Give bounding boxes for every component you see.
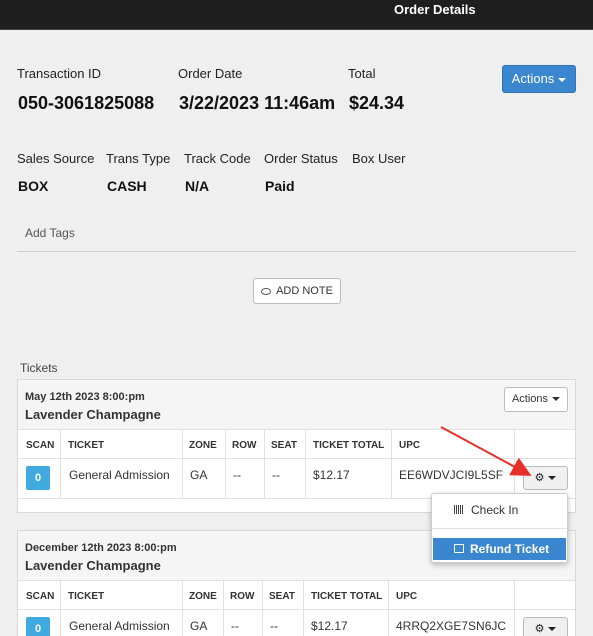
- add-tags-input[interactable]: Add Tags: [25, 226, 75, 240]
- ticket-options-button[interactable]: ⚙: [523, 617, 568, 636]
- caret-down-icon: [548, 476, 557, 481]
- total-value: $24.34: [349, 93, 405, 113]
- caret-down-icon: [558, 77, 567, 82]
- ticket-row: --: [233, 468, 241, 482]
- col-ticket: TICKET: [68, 440, 105, 451]
- col-seat: SEAT: [271, 440, 297, 451]
- col-zone: ZONE: [189, 440, 217, 451]
- col-row: ROW: [230, 591, 255, 602]
- menu-item-refund-ticket[interactable]: Refund Ticket: [433, 538, 566, 560]
- caret-down-icon: [548, 627, 557, 632]
- trans-type-label: Trans Type: [106, 151, 171, 166]
- col-ticket-total: TICKET TOTAL: [313, 440, 385, 451]
- scan-count-badge[interactable]: 0: [26, 466, 50, 490]
- col-upc: UPC: [399, 440, 421, 451]
- ticket-total: $12.17: [313, 468, 350, 482]
- event-date: December 12th 2023 8:00:pm: [25, 542, 177, 554]
- barcode-icon: [454, 505, 464, 514]
- add-note-label: ADD NOTE: [276, 285, 333, 297]
- sales-source-value: BOX: [18, 178, 49, 194]
- ticket-row: --: [231, 619, 239, 633]
- col-zone: ZONE: [189, 591, 217, 602]
- ticket-name: General Admission: [69, 619, 170, 633]
- total-label: Total: [348, 66, 376, 81]
- ticket-options-menu: Check In Refund Ticket: [431, 493, 568, 563]
- top-bar: Order Details: [0, 0, 593, 30]
- add-note-button[interactable]: ADD NOTE: [253, 278, 341, 304]
- ticket-zone: GA: [190, 468, 208, 482]
- page-title: Order Details: [394, 2, 476, 17]
- order-status-label: Order Status: [264, 151, 338, 166]
- ticket-seat: --: [270, 619, 278, 633]
- order-actions-label: Actions: [511, 71, 555, 86]
- transaction-id-value: 050-3061825088: [18, 93, 155, 113]
- ticket-upc: 4RRQ2XGE7SN6JC: [396, 619, 507, 633]
- menu-divider: [432, 528, 567, 529]
- event-name: Lavender Champagne: [25, 407, 161, 422]
- ticket-options-button[interactable]: ⚙: [523, 466, 568, 490]
- col-ticket: TICKET: [68, 591, 105, 602]
- gear-icon: ⚙: [534, 623, 545, 635]
- col-seat: SEAT: [269, 591, 295, 602]
- col-row: ROW: [232, 440, 257, 451]
- ticket-seat: --: [272, 468, 280, 482]
- scan-count-badge[interactable]: 0: [26, 617, 50, 636]
- col-scan: SCAN: [26, 440, 55, 451]
- order-date-value: 3/22/2023 11:46am: [179, 93, 336, 113]
- comment-icon: [261, 287, 272, 295]
- card-actions-button[interactable]: Actions: [504, 387, 568, 412]
- caret-down-icon: [552, 397, 561, 402]
- ticket-zone: GA: [190, 619, 208, 633]
- box-user-label: Box User: [352, 151, 406, 166]
- gear-icon: ⚙: [534, 472, 545, 484]
- event-date: May 12th 2023 8:00:pm: [25, 391, 145, 403]
- menu-item-label: Refund Ticket: [470, 542, 550, 556]
- card-header: May 12th 2023 8:00:pm Lavender Champagne…: [18, 380, 575, 430]
- ticket-total: $12.17: [311, 619, 348, 633]
- card-actions-label: Actions: [511, 393, 549, 405]
- col-scan: SCAN: [26, 591, 55, 602]
- track-code-value: N/A: [185, 178, 210, 194]
- sales-source-label: Sales Source: [17, 151, 95, 166]
- menu-item-label: Check In: [471, 503, 519, 517]
- menu-item-check-in[interactable]: Check In: [432, 498, 567, 522]
- col-ticket-total: TICKET TOTAL: [311, 591, 383, 602]
- sign-out-icon: [454, 544, 464, 553]
- col-upc: UPC: [396, 591, 418, 602]
- tickets-heading: Tickets: [20, 361, 58, 375]
- divider: [17, 251, 576, 252]
- transaction-id-label: Transaction ID: [17, 66, 102, 81]
- ticket-name: General Admission: [69, 468, 170, 482]
- order-actions-button[interactable]: Actions: [502, 65, 576, 93]
- order-date-label: Order Date: [178, 66, 243, 81]
- track-code-label: Track Code: [184, 151, 251, 166]
- trans-type-value: CASH: [107, 178, 147, 194]
- event-name: Lavender Champagne: [25, 558, 161, 573]
- ticket-upc: EE6WDVJCI9L5SF: [399, 468, 504, 482]
- order-status-value: Paid: [265, 178, 295, 194]
